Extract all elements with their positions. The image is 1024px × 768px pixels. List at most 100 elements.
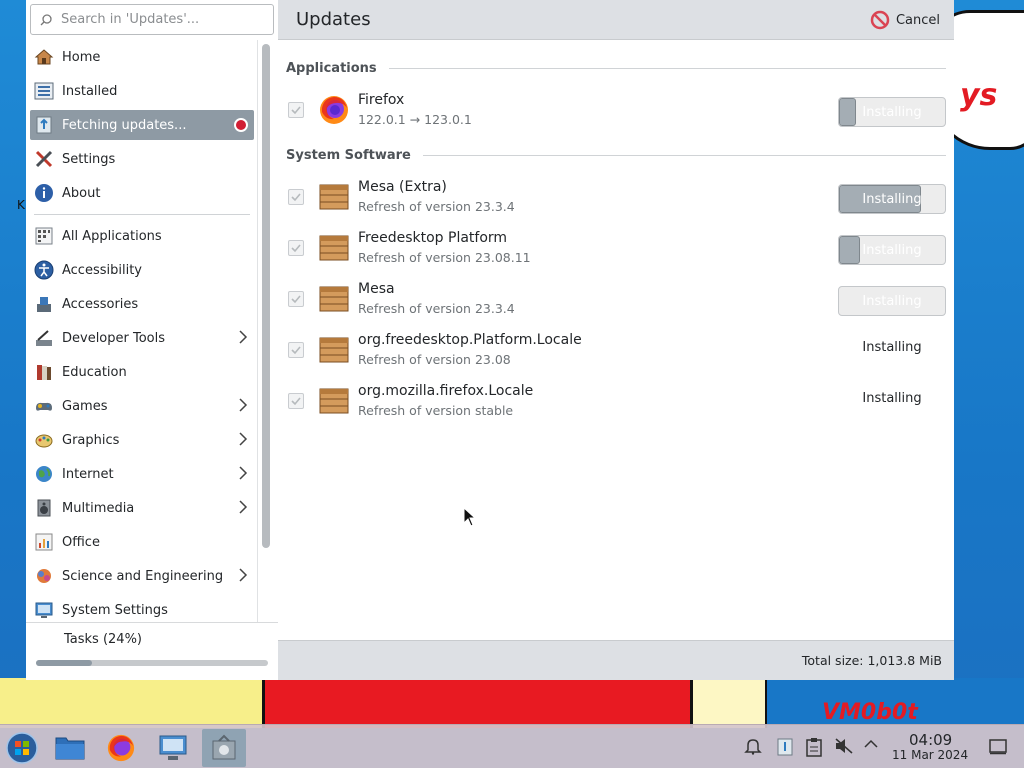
sidebar-item-office[interactable]: Office [26,525,258,559]
firefox-icon [107,734,135,762]
package-box-icon [318,181,350,213]
updates-page: Updates Cancel Applications Firefox 122.… [278,0,954,680]
sidebar-item-label: All Applications [62,228,162,244]
page-title: Updates [296,9,371,30]
checkbox[interactable] [288,240,304,256]
install-status-label: Installing [862,242,922,258]
tasks-label: Tasks (24%) [64,632,142,647]
show-desktop-icon[interactable] [989,737,1007,755]
start-menu-button[interactable] [0,729,44,767]
sidebar-item-installed[interactable]: Installed [26,74,258,108]
sidebar-item-multimedia[interactable]: Multimedia [26,491,258,525]
taskbar-firefox[interactable] [99,729,143,767]
sidebar-item-education[interactable]: Education [26,355,258,389]
sidebar-item-accessories[interactable]: Accessories [26,287,258,321]
clipboard-icon[interactable] [806,737,822,757]
sidebar-item-label: Installed [62,83,118,99]
sidebar-item-accessibility[interactable]: Accessibility [26,253,258,287]
clock-date[interactable]: 11 Mar 2024 [892,748,968,762]
sidebar-scroll-track [257,40,258,622]
sidebar-item-settings[interactable]: Settings [26,142,258,176]
chevron-right-icon [239,330,248,344]
accessibility-icon [34,260,54,280]
taskbar-discover[interactable] [202,729,246,767]
volume-muted-icon[interactable] [834,737,854,755]
sidebar-scrollbar[interactable] [262,44,270,548]
sidebar-item-home[interactable]: Home [26,40,258,74]
notifications-bell-icon[interactable] [744,737,762,755]
cancel-icon [870,10,890,30]
page-footer: Total size: 1,013.8 MiB [278,640,954,680]
sidebar-item-internet[interactable]: Internet [26,457,258,491]
folder-icon [55,737,85,760]
install-status-label: Installing [862,191,922,207]
install-progress-button[interactable]: Installing [838,286,946,316]
package-box-icon [318,283,350,315]
package-box-icon [318,232,350,264]
chevron-right-icon [239,466,248,480]
install-progress-button[interactable]: Installing [838,184,946,214]
start-orb-icon [6,732,38,764]
sidebar-item-about[interactable]: About [26,176,258,210]
update-name: Freedesktop Platform [358,230,508,246]
sidebar-item-science[interactable]: Science and Engineering [26,559,258,593]
sidebar-item-label: Accessibility [62,262,142,278]
sidebar-item-label: Education [62,364,127,380]
checkbox[interactable] [288,393,304,409]
taskbar-file-manager[interactable] [48,729,92,767]
install-progress-button[interactable]: Installing [838,235,946,265]
multimedia-icon [34,498,54,518]
home-icon [34,47,54,67]
sidebar-item-label: Developer Tools [62,330,166,346]
taskbar [0,724,1024,768]
update-row: Mesa Refresh of version 23.3.4 Installin… [278,274,954,325]
sidebar-item-developer-tools[interactable]: Developer Tools [26,321,258,355]
firefox-icon [318,94,350,126]
search-field[interactable]: Search in 'Updates'... [30,4,274,35]
checkbox[interactable] [288,291,304,307]
clock-time[interactable]: 04:09 [909,731,952,749]
checkbox[interactable] [288,102,304,118]
installed-icon [34,81,54,101]
education-icon [34,362,54,382]
sidebar-item-label: Accessories [62,296,139,312]
cancel-button[interactable]: Cancel [870,10,940,30]
updates-tray-icon[interactable] [776,737,794,757]
update-name: Mesa (Extra) [358,179,447,195]
accessories-icon [34,294,54,314]
update-version: Refresh of version 23.3.4 [358,199,515,214]
developer-tools-icon [34,328,54,348]
update-name: Mesa [358,281,395,297]
update-version: Refresh of version 23.08.11 [358,250,531,265]
chevron-right-icon [239,568,248,582]
sidebar-item-games[interactable]: Games [26,389,258,423]
update-name: org.mozilla.firefox.Locale [358,383,534,399]
checkbox[interactable] [288,342,304,358]
sidebar-item-graphics[interactable]: Graphics [26,423,258,457]
sidebar-separator [34,214,250,215]
sidebar-item-all-applications[interactable]: All Applications [26,219,258,253]
about-icon [34,183,54,203]
update-version: Refresh of version 23.3.4 [358,301,515,316]
chevron-right-icon [239,432,248,446]
settings-icon [34,149,54,169]
sidebar-item-label: About [62,185,101,201]
install-status-label: Installing [862,104,922,120]
sidebar-item-label: System Settings [62,602,168,618]
update-row: org.freedesktop.Platform.Locale Refresh … [278,325,954,376]
tasks-progress-fill [36,660,92,666]
sidebar-item-label: Internet [62,466,114,482]
section-label: System Software [286,148,411,163]
total-size-label: Total size: 1,013.8 MiB [801,653,942,668]
science-icon [34,566,54,586]
tasks-area[interactable]: Tasks (24%) [26,622,278,680]
install-progress-button[interactable]: Installing [838,97,946,127]
update-version: Refresh of version 23.08 [358,352,511,367]
chevron-right-icon [239,500,248,514]
taskbar-system-settings[interactable] [151,729,195,767]
update-version: Refresh of version stable [358,403,514,418]
sidebar-item-updates[interactable]: Fetching updates... [30,110,254,140]
chevron-up-icon[interactable] [864,737,878,751]
checkbox[interactable] [288,189,304,205]
install-status-label: Installing [862,293,922,309]
